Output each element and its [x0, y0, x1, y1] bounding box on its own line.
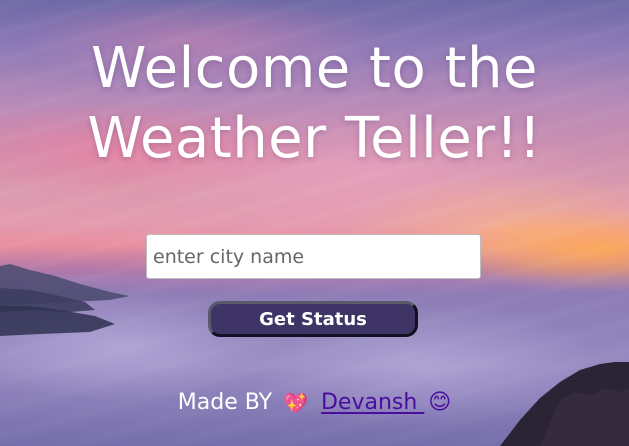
page-title-line-2: Weather Teller!!	[87, 106, 542, 171]
author-name: Devansh	[320, 390, 418, 415]
page-title-line-1: Welcome to the	[91, 36, 538, 101]
made-by-label: Made BY	[177, 390, 273, 415]
sparkling-heart-icon: 💖	[283, 391, 308, 415]
author-link[interactable]: Devansh 😊	[321, 390, 451, 415]
smiling-face-icon: 😊	[428, 390, 452, 415]
get-status-button[interactable]: Get Status	[208, 301, 418, 337]
city-name-input[interactable]	[146, 234, 481, 279]
footer-credit: Made BY 💖 Devansh 😊	[0, 386, 629, 420]
page-title: Welcome to the Weather Teller!!	[0, 34, 629, 174]
